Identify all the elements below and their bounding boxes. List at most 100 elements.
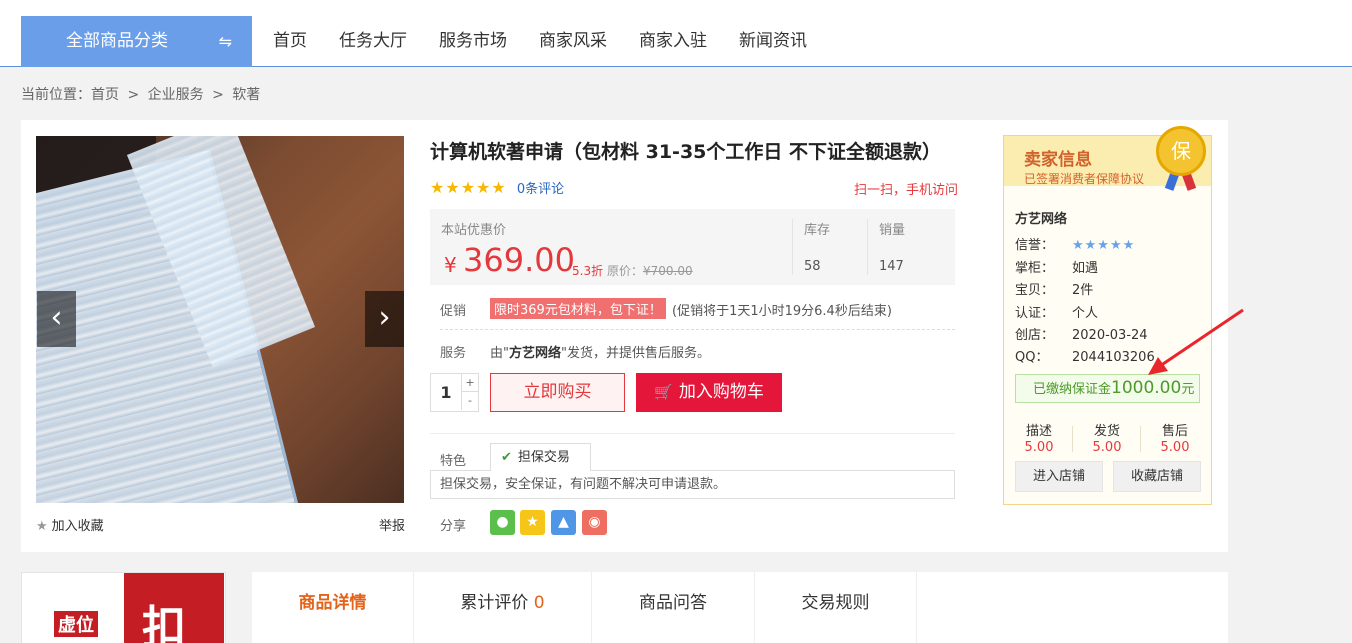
report-link[interactable]: 举报 [379, 515, 405, 534]
feature-tab-escrow[interactable]: ✔ 担保交易 [490, 443, 591, 471]
price-box: 本站优惠价 ¥ 369.00 5.3折 原价：¥700.00 库存 58 销量 … [430, 209, 955, 285]
quantity-plus-button[interactable]: + [461, 374, 478, 392]
nav-link-service-market[interactable]: 服务市场 [439, 16, 507, 67]
qq-label: QQ： [1015, 350, 1049, 365]
stock-label: 库存 [804, 223, 831, 238]
buy-now-button[interactable]: 立即购买 [490, 373, 625, 412]
nav-link-merchant-showcase[interactable]: 商家风采 [539, 16, 607, 67]
owner-label: 掌柜： [1015, 261, 1055, 276]
discount-badge: 5.3折 [572, 264, 604, 278]
breadcrumb: 当前位置：首页 > 企业服务 > 软著 [21, 84, 264, 104]
owner-value: 如遇 [1072, 261, 1099, 276]
seller-items-row: 宝贝： 2件 [1015, 279, 1093, 298]
original-price-value: ¥700.00 [643, 264, 693, 278]
created-label: 创店： [1015, 328, 1055, 343]
score-description: 描述 5.00 [1005, 420, 1073, 455]
service-text-pre: 由" [490, 346, 509, 361]
mobile-scan-link[interactable]: 扫一扫，手机访问 [854, 179, 958, 198]
currency-symbol: ¥ [444, 253, 457, 277]
seller-shop-name[interactable]: 方艺网络 [1015, 208, 1067, 227]
divider [430, 433, 955, 434]
tab-reviews-count: 0 [533, 593, 545, 613]
original-price-label: 原价： [607, 264, 644, 278]
score-label: 售后 [1161, 424, 1188, 439]
seller-scores: 描述 5.00 发货 5.00 售后 5.00 [1004, 420, 1211, 456]
score-value: 5.00 [1024, 440, 1054, 455]
breadcrumb-item-copyright[interactable]: 软著 [232, 87, 260, 103]
product-card: ‹ › ★ 加入收藏 举报 计算机软著申请（包材料 31-35个工作日 不下证全额… [21, 120, 1228, 552]
service-row: 服务 由"方艺网络"发货，并提供售后服务。 [440, 342, 710, 361]
service-text-post: "发货，并提供售后服务。 [561, 346, 710, 361]
sales-label: 销量 [879, 223, 906, 238]
score-value: 5.00 [1092, 440, 1122, 455]
original-price: 原价：¥700.00 [607, 262, 693, 279]
tab-trade-rules[interactable]: 交易规则 [755, 572, 917, 643]
logo-text-right: 扣 [142, 602, 186, 643]
star-icon: ★ [36, 519, 48, 534]
swap-icon: ⇋ [218, 32, 232, 51]
nav-link-news[interactable]: 新闻资讯 [739, 16, 807, 67]
product-title: 计算机软著申请（包材料 31-35个工作日 不下证全额退款） [430, 141, 941, 163]
seller-created-row: 创店： 2020-03-24 [1015, 324, 1148, 343]
seller-header-title: 卖家信息 [1024, 150, 1092, 170]
credit-stars-icon: ★★★★★ [1072, 238, 1136, 253]
price-label: 本站优惠价 [441, 223, 507, 238]
promotion-tag: 限时369元包材料，包下证！ [490, 298, 666, 319]
logo-text-left: 虚位 [54, 611, 98, 637]
seller-owner-row: 掌柜： 如遇 [1015, 257, 1098, 276]
items-label: 宝贝： [1015, 283, 1055, 298]
share-label: 分享 [440, 519, 467, 534]
add-favorite-label: 加入收藏 [51, 519, 104, 534]
nav-links: 首页 任务大厅 服务市场 商家风采 商家入驻 新闻资讯 [273, 16, 839, 67]
score-value: 5.00 [1160, 440, 1190, 455]
add-to-cart-button[interactable]: 🛒 加入购物车 [636, 373, 782, 412]
feature-description: 担保交易，安全保证，有问题不解决可申请退款。 [430, 470, 955, 499]
breadcrumb-prefix: 当前位置： [21, 87, 91, 103]
enter-shop-button[interactable]: 进入店铺 [1015, 461, 1103, 492]
product-rating: ★★★★★ 0条评论 [430, 178, 564, 197]
score-after-sales: 售后 5.00 [1141, 420, 1209, 455]
feature-label: 特色 [440, 454, 467, 469]
qzone-share-icon[interactable]: ★ [520, 510, 545, 535]
feature-tab-label: 担保交易 [517, 450, 570, 465]
quantity-input[interactable]: 1 [431, 374, 461, 411]
divider [867, 219, 868, 275]
divider [792, 219, 793, 275]
tab-product-detail[interactable]: 商品详情 [252, 572, 414, 643]
tab-reviews[interactable]: 累计评价 0 [414, 572, 592, 643]
items-value: 2件 [1072, 283, 1094, 298]
seller-credit-row: 信誉： ★★★★★ [1015, 234, 1135, 253]
service-shop-name[interactable]: 方艺网络 [509, 346, 561, 361]
next-image-arrow-icon[interactable]: › [365, 291, 404, 347]
weibo-share-icon[interactable]: ◉ [582, 510, 607, 535]
shop-logo[interactable]: 虚位 扣 [21, 572, 226, 643]
score-label: 发货 [1093, 424, 1120, 439]
add-favorite-link[interactable]: ★ 加入收藏 [36, 515, 104, 534]
score-label: 描述 [1025, 424, 1052, 439]
check-circle-icon: ✔ [501, 450, 512, 465]
annotation-arrow-icon [1148, 308, 1244, 375]
add-to-cart-label: 加入购物车 [678, 382, 764, 402]
quantity-stepper: 1 + - [430, 373, 479, 412]
nav-link-task-hall[interactable]: 任务大厅 [339, 16, 407, 67]
wechat-share-icon[interactable]: ● [490, 510, 515, 535]
all-categories-label: 全部商品分类 [66, 31, 168, 51]
top-nav: 全部商品分类 ⇋ 首页 任务大厅 服务市场 商家风采 商家入驻 新闻资讯 [0, 0, 1352, 67]
prev-image-arrow-icon[interactable]: ‹ [37, 291, 76, 347]
comment-count-link[interactable]: 0条评论 [517, 182, 564, 197]
nav-link-merchant-join[interactable]: 商家入驻 [639, 16, 707, 67]
quantity-minus-button[interactable]: - [461, 392, 478, 410]
breadcrumb-item-home[interactable]: 首页 [91, 87, 119, 103]
seller-header-subtitle: 已签署消费者保障协议 [1024, 172, 1145, 186]
tab-qa[interactable]: 商品问答 [592, 572, 755, 643]
breadcrumb-item-enterprise[interactable]: 企业服务 [148, 87, 204, 103]
nav-link-home[interactable]: 首页 [273, 16, 307, 67]
all-categories-button[interactable]: 全部商品分类 ⇋ [21, 16, 252, 67]
cart-icon: 🛒 [654, 383, 673, 401]
qq-share-icon[interactable]: ▲ [551, 510, 576, 535]
cert-value: 个人 [1072, 306, 1099, 321]
detail-tabs: 商品详情 累计评价 0 商品问答 交易规则 [252, 572, 1228, 643]
favorite-shop-button[interactable]: 收藏店铺 [1113, 461, 1201, 492]
promotion-label: 促销 [440, 304, 467, 319]
cert-label: 认证： [1015, 306, 1055, 321]
